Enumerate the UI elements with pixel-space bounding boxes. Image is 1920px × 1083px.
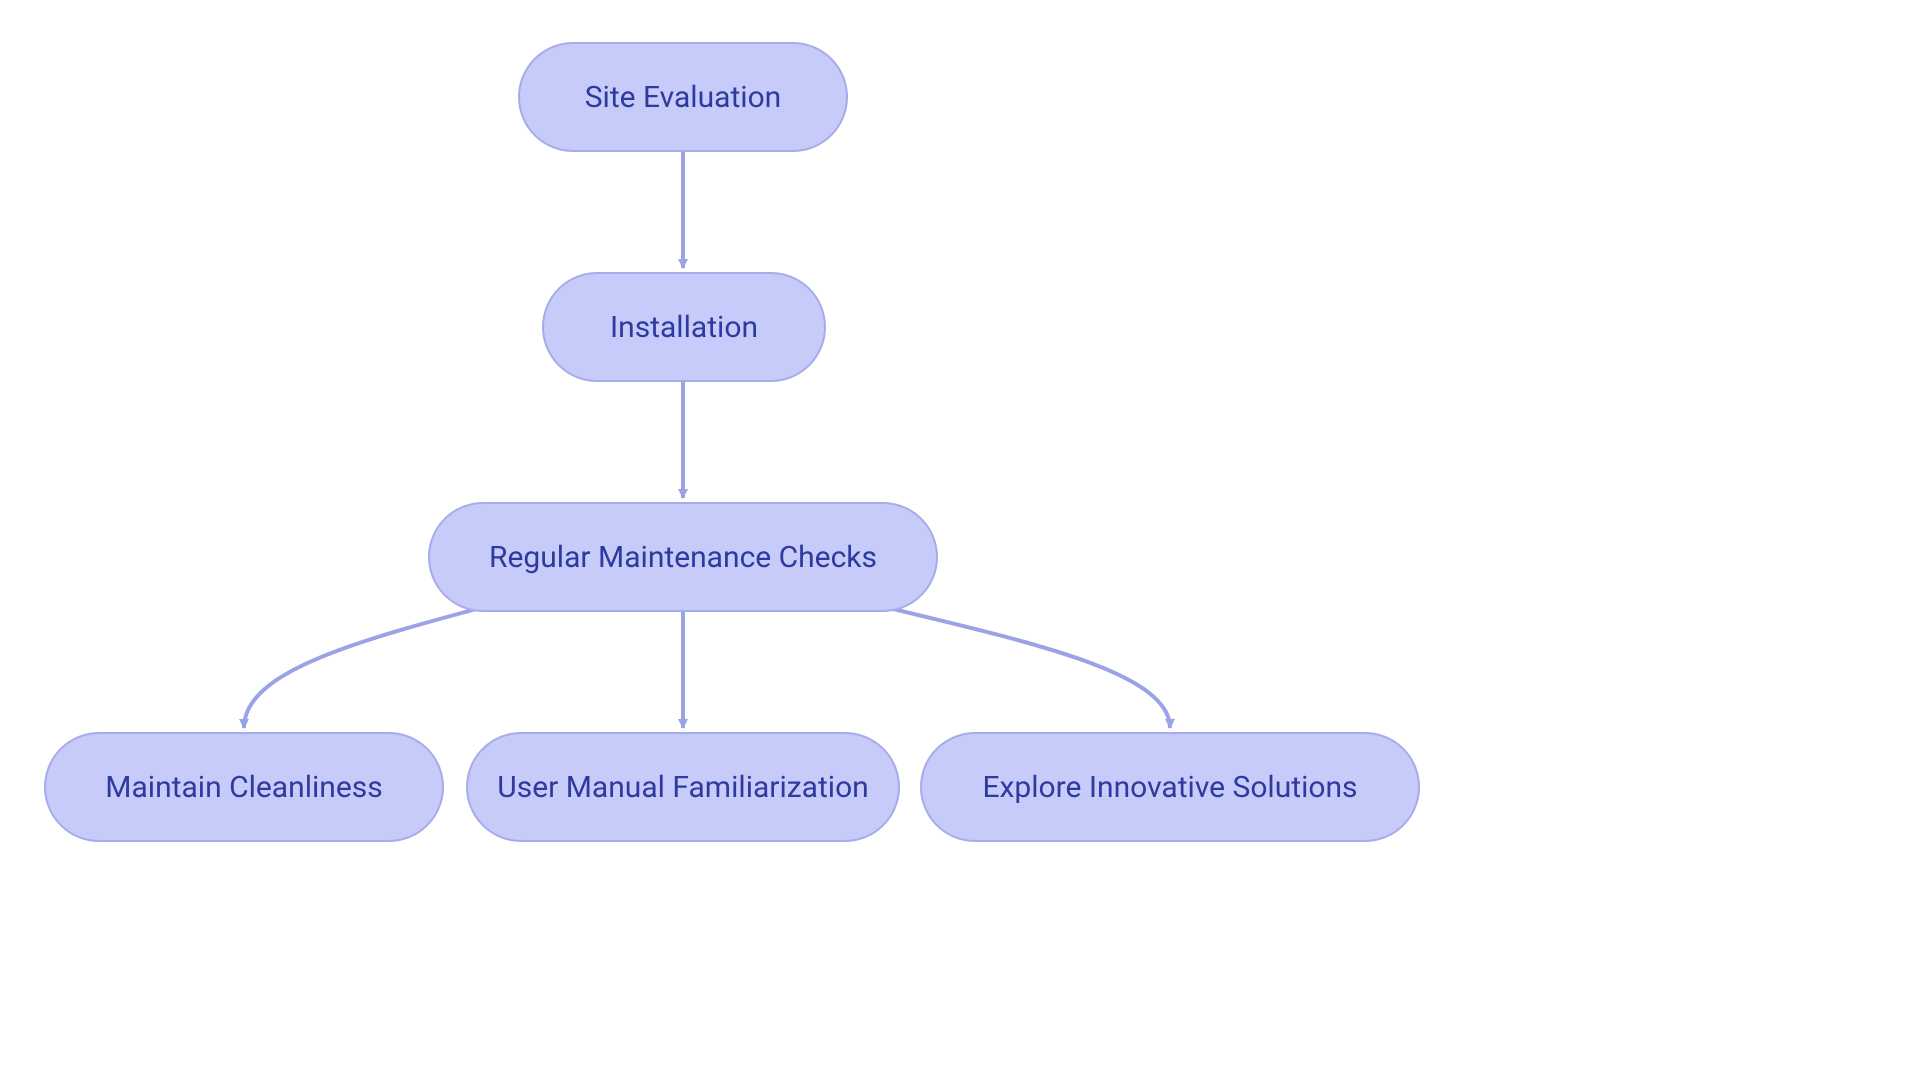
node-regular-maintenance-checks: Regular Maintenance Checks — [428, 502, 938, 612]
node-maintain-cleanliness: Maintain Cleanliness — [44, 732, 444, 842]
edges-layer — [0, 0, 1920, 1083]
node-label: Installation — [610, 310, 758, 345]
node-label: Maintain Cleanliness — [105, 770, 382, 805]
node-label: Regular Maintenance Checks — [489, 540, 877, 575]
node-site-evaluation: Site Evaluation — [518, 42, 848, 152]
node-label: Explore Innovative Solutions — [982, 770, 1357, 805]
flowchart-canvas: Site Evaluation Installation Regular Mai… — [0, 0, 1920, 1083]
node-user-manual-familiarization: User Manual Familiarization — [466, 732, 900, 842]
node-explore-innovative-solutions: Explore Innovative Solutions — [920, 732, 1420, 842]
node-label: Site Evaluation — [585, 80, 782, 115]
node-installation: Installation — [542, 272, 826, 382]
edge-maintenance-to-cleanliness — [244, 600, 510, 728]
edge-maintenance-to-innovative — [856, 600, 1170, 728]
node-label: User Manual Familiarization — [497, 770, 868, 805]
